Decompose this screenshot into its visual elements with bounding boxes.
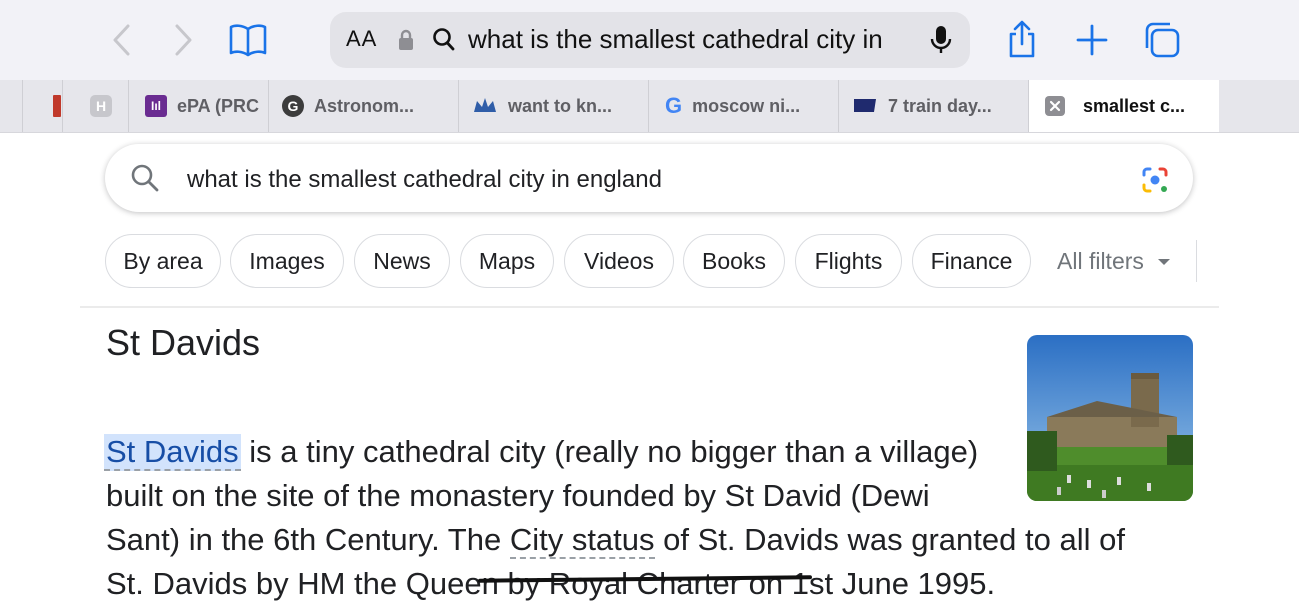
chip-books[interactable]: Books	[683, 234, 785, 288]
chip-finance[interactable]: Finance	[912, 234, 1031, 288]
city-status-link[interactable]: City status	[509, 522, 655, 559]
tab-label: ePA (PRC	[177, 95, 260, 116]
search-input[interactable]: what is the smallest cathedral city in e…	[187, 166, 662, 194]
plus-icon	[1076, 24, 1108, 56]
tab-active[interactable]: smallest c...	[1028, 80, 1219, 132]
divider	[80, 306, 1219, 308]
google-g-icon: G	[665, 93, 683, 118]
flag-icon	[854, 99, 876, 112]
caret-down-icon[interactable]	[1157, 258, 1171, 266]
tab-7[interactable]: 7 train day...	[838, 80, 1028, 132]
new-tab-button[interactable]	[1072, 20, 1112, 60]
snippet-text: Sant) in the 6th Century. The	[106, 522, 510, 557]
g-circle-icon: G	[282, 95, 304, 117]
favicon-icon	[53, 95, 61, 117]
search-icon	[131, 164, 159, 192]
chevron-right-icon	[175, 24, 192, 56]
google-lens-icon[interactable]	[1138, 163, 1172, 197]
h-favicon-icon: H	[90, 95, 112, 117]
book-icon	[229, 24, 267, 57]
chip-flights[interactable]: Flights	[795, 234, 902, 288]
share-button[interactable]	[1002, 20, 1042, 60]
chip-videos[interactable]: Videos	[564, 234, 674, 288]
tab-6[interactable]: G moscow ni...	[648, 80, 838, 132]
tab-5[interactable]: want to kn...	[458, 80, 648, 132]
tab-label: moscow ni...	[692, 95, 801, 116]
share-icon	[1009, 20, 1035, 58]
crown-icon	[474, 98, 496, 112]
all-filters-button[interactable]: All filters	[1057, 248, 1144, 275]
highlighted-term[interactable]: St Davids	[104, 434, 241, 471]
chip-maps[interactable]: Maps	[460, 234, 554, 288]
chip-news[interactable]: News	[354, 234, 450, 288]
chip-by-area[interactable]: By area	[105, 234, 221, 288]
back-button[interactable]	[102, 20, 142, 60]
forward-button[interactable]	[163, 20, 203, 60]
tab-3[interactable]: Iıl ePA (PRC	[128, 80, 268, 132]
bookmarks-button[interactable]	[228, 20, 268, 60]
cathedral-image	[1027, 335, 1193, 501]
close-icon[interactable]	[1045, 96, 1065, 116]
divider	[1196, 240, 1197, 282]
tabs-icon	[1145, 22, 1180, 58]
tab-label: 7 train day...	[888, 95, 992, 116]
microphone-icon[interactable]	[930, 25, 952, 55]
snippet-text: built on the site of the monastery found…	[106, 478, 930, 513]
chip-images[interactable]: Images	[230, 234, 344, 288]
address-bar-text[interactable]: what is the smallest cathedral city in	[468, 24, 908, 55]
text-size-button[interactable]: AA	[346, 26, 377, 52]
tab-2[interactable]: H	[62, 80, 128, 132]
tab-label: smallest c...	[1083, 95, 1186, 116]
result-title: St Davids	[106, 322, 261, 363]
cathedral-thumbnail[interactable]	[1027, 335, 1193, 501]
tab-4[interactable]: G Astronom...	[268, 80, 458, 132]
snippet-text: of St. Davids was granted to all of	[654, 522, 1125, 557]
snippet-text: St. Davids by HM the Queen by Royal Char…	[106, 566, 996, 601]
tab-overview-button[interactable]	[1143, 20, 1183, 60]
tab-label: want to kn...	[508, 95, 613, 116]
chevron-left-icon	[113, 24, 130, 56]
bar-chart-icon: Iıl	[145, 95, 167, 117]
tab-label: Astronom...	[314, 95, 415, 116]
snippet-text: is a tiny cathedral city (really no bigg…	[240, 434, 979, 469]
search-icon	[433, 28, 455, 51]
lock-icon	[399, 29, 413, 50]
tab-1[interactable]	[22, 80, 62, 132]
